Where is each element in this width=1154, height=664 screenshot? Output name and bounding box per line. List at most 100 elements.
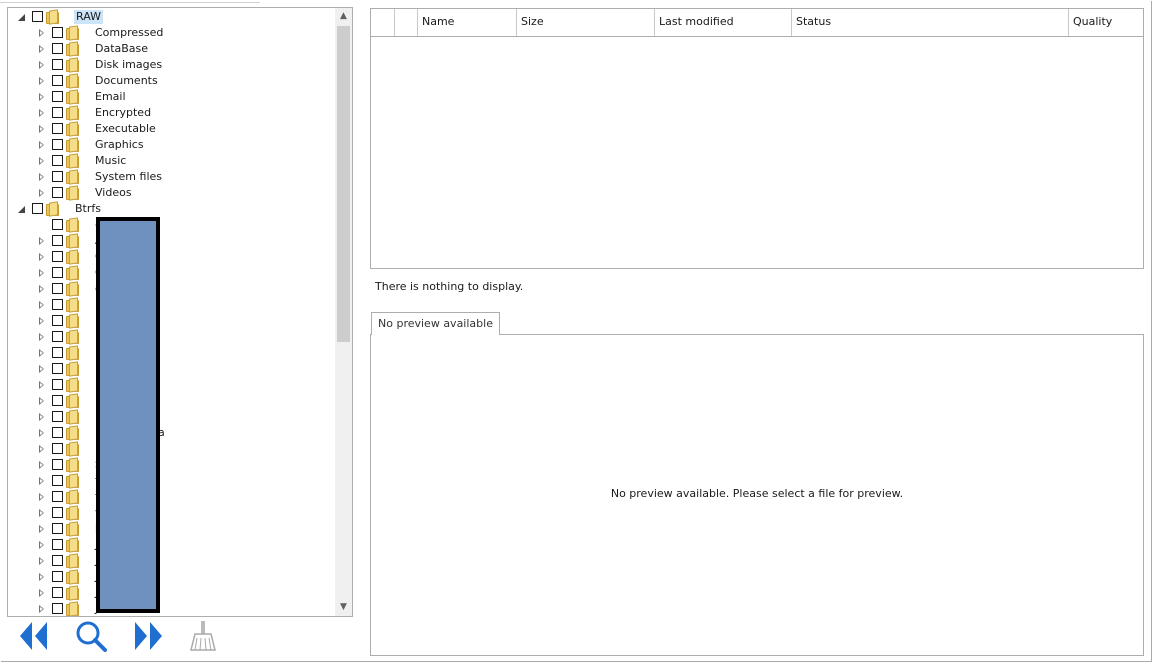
tree-checkbox[interactable]: [52, 331, 63, 342]
tree-checkbox[interactable]: [52, 363, 63, 374]
tree-node[interactable]: Encrypted: [8, 105, 334, 121]
expand-arrow-icon[interactable]: [39, 573, 44, 581]
tree-checkbox[interactable]: [52, 91, 63, 102]
tree-checkbox[interactable]: [32, 203, 43, 214]
tree-node[interactable]: m: [8, 377, 334, 393]
tree-node[interactable]: J: [8, 537, 334, 553]
expand-arrow-icon[interactable]: [39, 461, 44, 469]
tree-node[interactable]: A: [8, 233, 334, 249]
tree-checkbox[interactable]: [52, 315, 63, 326]
tree-checkbox[interactable]: [52, 475, 63, 486]
tree-node[interactable]: Compressed: [8, 25, 334, 41]
expand-arrow-icon[interactable]: [39, 445, 44, 453]
tree-node[interactable]: te: [8, 473, 334, 489]
tree-checkbox[interactable]: [52, 187, 63, 198]
column-header-size[interactable]: Size: [517, 9, 655, 36]
scroll-down-arrow-icon[interactable]: ▼: [335, 599, 352, 616]
tree-node[interactable]: Email: [8, 89, 334, 105]
expand-arrow-icon[interactable]: [39, 413, 44, 421]
column-header-quality[interactable]: Quality: [1069, 9, 1143, 36]
tree-checkbox[interactable]: [52, 507, 63, 518]
tree-checkbox[interactable]: [52, 459, 63, 470]
expand-arrow-icon[interactable]: [39, 189, 44, 197]
tree-node[interactable]: Et: [8, 313, 334, 329]
file-tree-panel[interactable]: RAW Compressed DataBase Disk images Document…: [7, 7, 353, 617]
tree-checkbox[interactable]: [52, 283, 63, 294]
tree-node[interactable]: m: [8, 361, 334, 377]
tree-node[interactable]: w: [8, 505, 334, 521]
tree-checkbox[interactable]: [52, 347, 63, 358]
tree-checkbox[interactable]: [52, 75, 63, 86]
tree-node[interactable]: Graphics: [8, 137, 334, 153]
tree-node[interactable]: Disk images: [8, 57, 334, 73]
scroll-up-arrow-icon[interactable]: ▲: [335, 8, 352, 25]
tree-node[interactable]: Videos: [8, 185, 334, 201]
tree-checkbox[interactable]: [52, 587, 63, 598]
expand-arrow-icon[interactable]: [39, 589, 44, 597]
tree-checkbox[interactable]: [52, 43, 63, 54]
tree-checkbox[interactable]: [52, 27, 63, 38]
expand-arrow-icon[interactable]: [39, 61, 44, 69]
tree-node[interactable]: C: [8, 249, 334, 265]
tree-node[interactable]: DataBase: [8, 41, 334, 57]
expand-arrow-icon[interactable]: [39, 157, 44, 165]
tree-checkbox[interactable]: [52, 523, 63, 534]
search-button[interactable]: [73, 618, 109, 656]
tree-checkbox[interactable]: [52, 59, 63, 70]
expand-arrow-icon[interactable]: [39, 509, 44, 517]
expand-arrow-icon[interactable]: [39, 429, 44, 437]
tree-node[interactable]: te: [8, 489, 334, 505]
scrollbar-thumb[interactable]: [337, 26, 350, 342]
expand-arrow-icon[interactable]: [39, 29, 44, 37]
tree-node[interactable]: N: [8, 409, 334, 425]
tree-node[interactable]: C: [8, 265, 334, 281]
expand-arrow-icon[interactable]: [39, 77, 44, 85]
tree-node[interactable]: P: [8, 425, 334, 441]
tree-checkbox[interactable]: [52, 443, 63, 454]
tree-node[interactable]: J: [8, 601, 334, 616]
expand-arrow-icon[interactable]: [39, 253, 44, 261]
expand-arrow-icon[interactable]: [39, 557, 44, 565]
tree-checkbox[interactable]: [52, 267, 63, 278]
tree-node[interactable]: Btrfs: [8, 201, 334, 217]
expand-arrow-icon[interactable]: [39, 173, 44, 181]
tree-node[interactable]: S: [8, 457, 334, 473]
tree-checkbox[interactable]: [52, 139, 63, 150]
column-header-last-modified[interactable]: Last modified: [655, 9, 792, 36]
tree-node[interactable]: D: [8, 297, 334, 313]
tree-node[interactable]: Documents: [8, 73, 334, 89]
tree-checkbox[interactable]: [52, 251, 63, 262]
tree-node[interactable]: [L: [8, 521, 334, 537]
collapse-arrow-icon[interactable]: [18, 14, 25, 21]
tree-node[interactable]: P: [8, 441, 334, 457]
expand-arrow-icon[interactable]: [39, 45, 44, 53]
tree-checkbox[interactable]: [52, 411, 63, 422]
tree-node[interactable]: Executable: [8, 121, 334, 137]
expand-arrow-icon[interactable]: [39, 125, 44, 133]
tree-scrollbar[interactable]: ▲ ▼: [335, 8, 352, 616]
tree-checkbox[interactable]: [52, 395, 63, 406]
back-button[interactable]: [18, 618, 52, 656]
tree-checkbox[interactable]: [52, 571, 63, 582]
tree-node[interactable]: @: [8, 217, 334, 233]
collapse-arrow-icon[interactable]: [18, 206, 25, 213]
expand-arrow-icon[interactable]: [39, 349, 44, 357]
tree-node[interactable]: J: [8, 569, 334, 585]
tree-checkbox[interactable]: [52, 155, 63, 166]
expand-arrow-icon[interactable]: [39, 541, 44, 549]
expand-arrow-icon[interactable]: [39, 317, 44, 325]
tree-checkbox[interactable]: [52, 427, 63, 438]
tree-node[interactable]: IT: [8, 345, 334, 361]
tree-checkbox[interactable]: [52, 603, 63, 614]
tree-checkbox[interactable]: [52, 171, 63, 182]
expand-arrow-icon[interactable]: [39, 141, 44, 149]
expand-arrow-icon[interactable]: [39, 381, 44, 389]
expand-arrow-icon[interactable]: [39, 333, 44, 341]
expand-arrow-icon[interactable]: [39, 237, 44, 245]
expand-arrow-icon[interactable]: [39, 301, 44, 309]
expand-arrow-icon[interactable]: [39, 525, 44, 533]
expand-arrow-icon[interactable]: [39, 493, 44, 501]
tree-checkbox[interactable]: [32, 11, 43, 22]
tree-checkbox[interactable]: [52, 491, 63, 502]
expand-arrow-icon[interactable]: [39, 285, 44, 293]
